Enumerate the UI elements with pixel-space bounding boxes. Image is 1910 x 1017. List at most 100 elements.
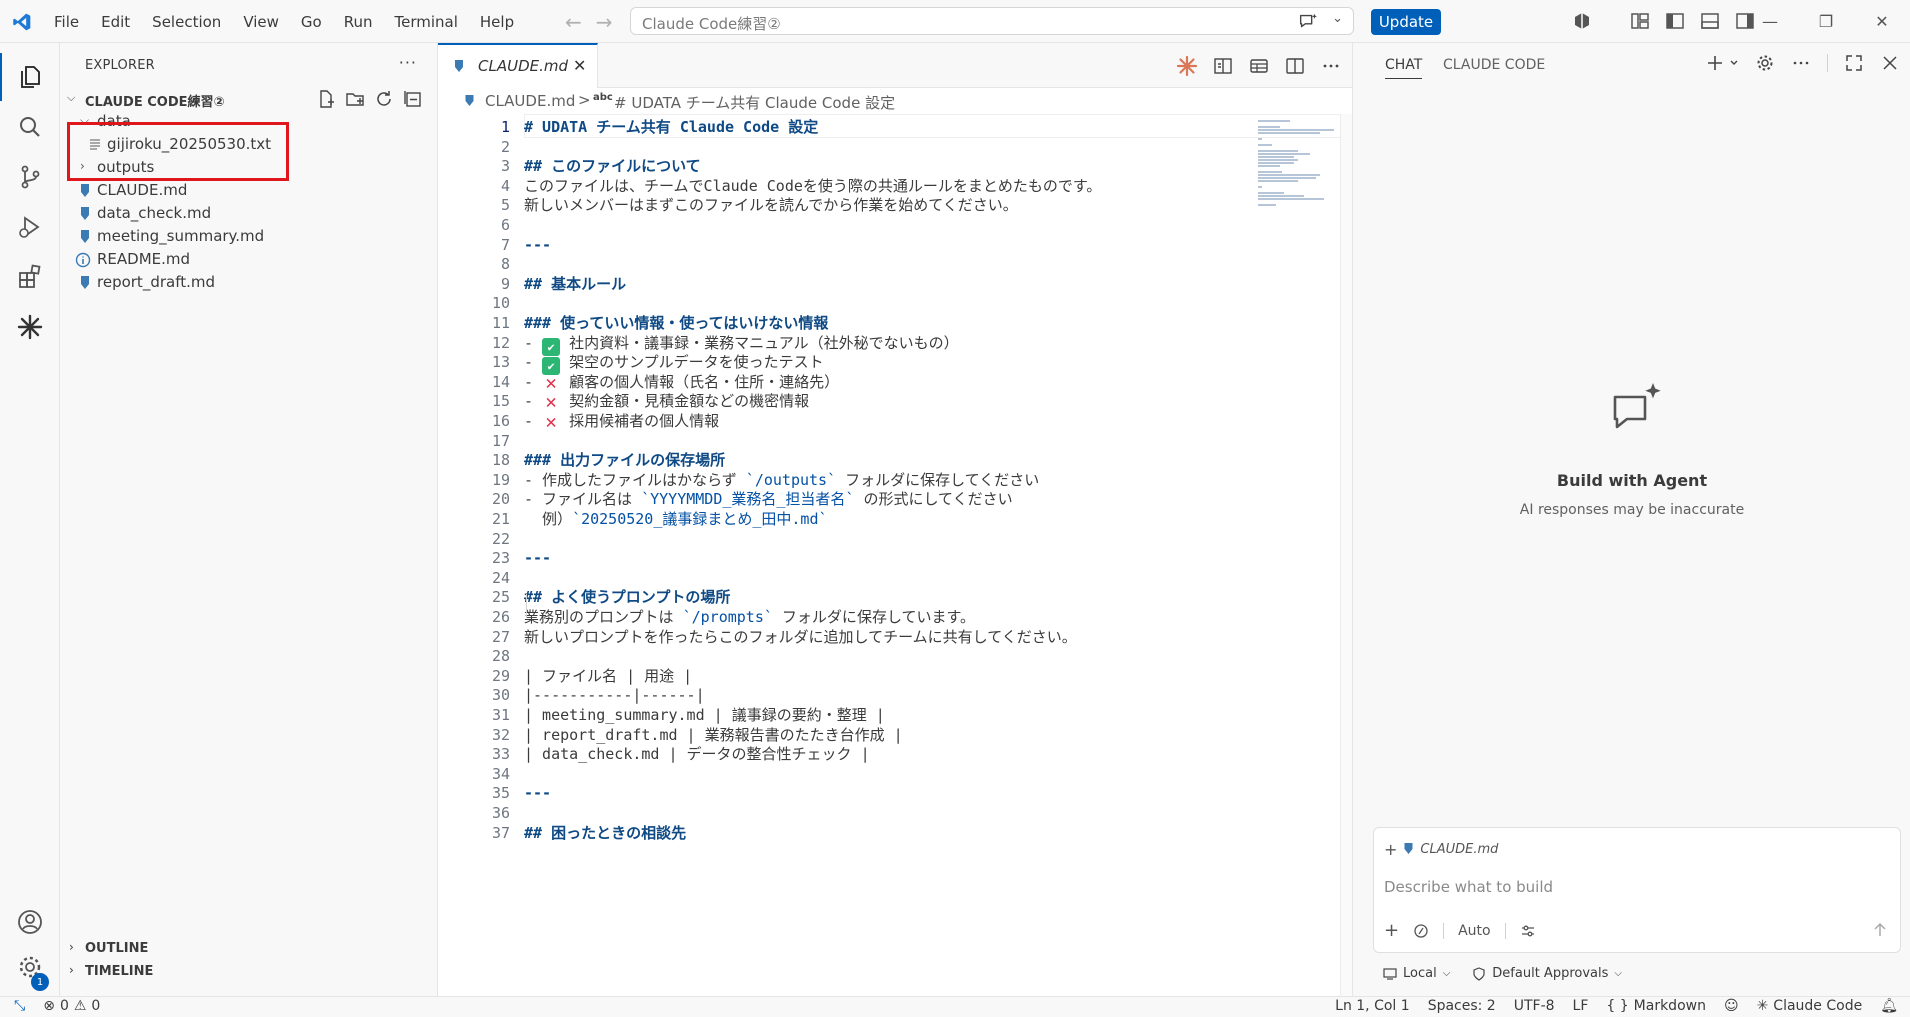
toggle-panel-icon[interactable] — [1700, 11, 1720, 31]
minimap[interactable] — [1258, 118, 1342, 208]
tab-chat[interactable]: CHAT — [1385, 57, 1423, 79]
chat-input-placeholder[interactable]: Describe what to build — [1384, 878, 1553, 896]
chevron-down-icon[interactable] — [1729, 53, 1739, 73]
more-actions-icon[interactable] — [1791, 53, 1811, 73]
new-file-icon[interactable] — [316, 89, 336, 109]
tab-claude-md[interactable]: CLAUDE.md ✕ — [438, 43, 598, 88]
language-mode[interactable]: { } Markdown — [1606, 998, 1706, 1014]
settings-gear-icon[interactable] — [1755, 53, 1775, 73]
tools-icon[interactable] — [1413, 923, 1429, 939]
customize-layout-icon[interactable] — [1630, 11, 1650, 31]
back-arrow-icon[interactable]: ← — [565, 10, 582, 34]
close-panel-icon[interactable] — [1880, 53, 1900, 73]
menu-selection[interactable]: Selection — [152, 13, 221, 31]
maximize-icon[interactable] — [1844, 53, 1864, 73]
claude-code-status[interactable]: ✳ Claude Code — [1757, 998, 1863, 1014]
workspace-root[interactable]: ⌵ CLAUDE CODE練習② — [60, 89, 438, 111]
markdown-file-icon — [81, 230, 89, 243]
menu-run[interactable]: Run — [344, 13, 373, 31]
add-context-icon[interactable]: + — [1384, 840, 1397, 859]
collapse-all-icon[interactable] — [403, 89, 423, 109]
code-text: の形式にしてください — [854, 490, 1013, 509]
indentation[interactable]: Spaces: 2 — [1428, 998, 1496, 1014]
more-actions-icon[interactable] — [1320, 55, 1342, 77]
menu-terminal[interactable]: Terminal — [395, 13, 458, 31]
claude-icon[interactable] — [0, 303, 60, 351]
inline-code: `20250520_議事録まとめ_田中.md` — [572, 510, 828, 528]
end-of-line[interactable]: LF — [1573, 998, 1589, 1014]
open-preview-icon[interactable] — [1212, 55, 1234, 77]
cursor-position[interactable]: Ln 1, Col 1 — [1335, 998, 1410, 1014]
context-chip[interactable]: + CLAUDE.md — [1384, 837, 1498, 861]
cross-mark-icon: ✕ — [545, 411, 557, 433]
claude-code-icon[interactable] — [1176, 55, 1198, 77]
close-window-icon[interactable]: ✕ — [1854, 0, 1910, 43]
breadcrumb-symbol[interactable]: # UDATA チーム共有 Claude Code 設定 — [614, 92, 895, 113]
explorer-icon[interactable] — [0, 53, 60, 101]
update-button[interactable]: Update — [1371, 9, 1441, 35]
notifications-bell-icon[interactable]: 🔔︎ — [1880, 998, 1898, 1014]
outline-section[interactable]: › OUTLINE — [60, 939, 438, 961]
split-editor-icon[interactable] — [1284, 55, 1306, 77]
menu-go[interactable]: Go — [301, 13, 322, 31]
restore-icon[interactable]: ❐ — [1798, 0, 1854, 43]
more-actions-icon[interactable]: ··· — [399, 53, 417, 72]
menu-help[interactable]: Help — [480, 13, 514, 31]
menu-file[interactable]: File — [54, 13, 79, 31]
remote-icon[interactable]: ⤡ — [14, 998, 25, 1014]
code-text: このファイルは、チームでClaude Codeを使う際の共通ルールをまとめたもの… — [524, 176, 1102, 195]
tree-item-label: data_check.md — [97, 204, 212, 222]
problems-indicator[interactable]: ⊗ 0 ⚠ 0 — [43, 998, 100, 1014]
breadcrumb-file[interactable]: CLAUDE.md — [485, 92, 575, 110]
table-icon[interactable] — [1248, 55, 1270, 77]
code-editor[interactable]: 1 2 3 4 5 6 7 8 9 10 11 12 13 14 15 16 17 18 19 20 21 22 23 24 2… — [438, 114, 1352, 996]
chat-input-box[interactable]: + CLAUDE.md Describe what to build + Aut… — [1373, 827, 1901, 953]
tree-file-report-draft[interactable]: report_draft.md — [60, 272, 438, 294]
markdown-file-icon — [465, 95, 474, 106]
manage-gear-icon[interactable]: 1 — [0, 943, 60, 991]
tree-file-readme[interactable]: README.md — [60, 249, 438, 271]
tree-item-label: meeting_summary.md — [97, 227, 265, 245]
configure-tools-icon[interactable] — [1520, 923, 1536, 939]
new-chat-icon[interactable] — [1705, 53, 1725, 73]
attach-icon[interactable]: + — [1384, 920, 1399, 941]
copilot-icon[interactable] — [1572, 11, 1592, 31]
chat-sparkle-icon[interactable] — [1297, 11, 1319, 33]
inline-code: `YYYYMMDD_業務名_担当者名` — [641, 490, 855, 509]
command-center-search[interactable]: Claude Code練習② ⌄ — [630, 7, 1354, 35]
search-icon[interactable] — [0, 103, 60, 151]
approvals-selector[interactable]: Default Approvals ⌵ — [1472, 966, 1622, 981]
chevron-down-icon[interactable]: ⌄ — [1332, 11, 1343, 26]
new-folder-icon[interactable] — [345, 89, 365, 109]
run-debug-icon[interactable] — [0, 203, 60, 251]
minimize-icon[interactable]: — — [1742, 0, 1798, 43]
refresh-icon[interactable] — [374, 89, 394, 109]
indent-guide — [526, 594, 527, 618]
annotation-highlight-box — [67, 122, 289, 181]
local-selector[interactable]: Local ⌵ — [1383, 966, 1450, 981]
extensions-icon[interactable] — [0, 253, 60, 301]
code-text: - — [524, 412, 543, 430]
timeline-section[interactable]: › TIMELINE — [60, 962, 438, 984]
tree-file-claude-md[interactable]: CLAUDE.md — [60, 180, 438, 202]
account-icon[interactable] — [0, 898, 60, 946]
code-line: # UDATA チーム共有 Claude Code 設定 — [524, 115, 818, 139]
menu-edit[interactable]: Edit — [101, 13, 130, 31]
encoding[interactable]: UTF-8 — [1514, 998, 1555, 1014]
editor-scrollbar[interactable] — [1340, 114, 1352, 996]
close-tab-icon[interactable]: ✕ — [573, 56, 586, 75]
forward-arrow-icon[interactable]: → — [596, 10, 613, 34]
copilot-status-icon[interactable]: ☺ — [1724, 998, 1739, 1014]
send-arrow-icon[interactable] — [1870, 920, 1890, 940]
tree-file-data-check[interactable]: data_check.md — [60, 203, 438, 225]
activity-bar: 1 — [0, 43, 60, 996]
tree-file-meeting-summary[interactable]: meeting_summary.md — [60, 226, 438, 248]
source-control-icon[interactable] — [0, 153, 60, 201]
inline-code: `/prompts` — [682, 608, 773, 626]
markdown-heading: ## よく使うプロンプトの場所 — [524, 588, 731, 607]
tab-claude-code[interactable]: CLAUDE CODE — [1443, 57, 1545, 73]
menu-view[interactable]: View — [243, 13, 279, 31]
toggle-primary-sidebar-icon[interactable] — [1665, 11, 1685, 31]
code-text: | report_draft.md | 業務報告書のたたき台作成 | — [524, 725, 903, 744]
mode-selector[interactable]: Auto — [1458, 923, 1491, 939]
